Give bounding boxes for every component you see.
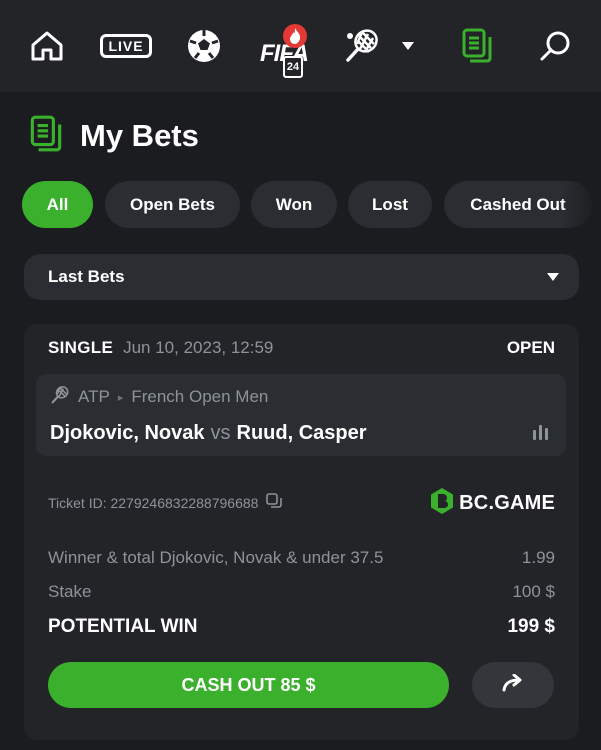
- selection-odds: 1.99: [521, 548, 555, 567]
- bets-document-icon: [28, 114, 64, 159]
- dropdown-selected: Last Bets: [48, 267, 125, 286]
- bet-card-header: SINGLE Jun 10, 2023, 12:59 OPEN: [48, 336, 555, 360]
- tab-all[interactable]: All: [22, 181, 93, 228]
- event-tournament: French Open Men: [131, 387, 269, 406]
- page-title: My Bets: [80, 118, 199, 153]
- top-navigation: LIVE FIFA 24: [0, 0, 601, 92]
- bc-game-logo-icon: [431, 487, 454, 519]
- bet-date: Jun 10, 2023, 12:59: [123, 338, 274, 357]
- period-dropdown[interactable]: Last Bets: [24, 254, 579, 300]
- ticket-id: Ticket ID: 2279246832288796688: [48, 495, 259, 511]
- stake-label: Stake: [48, 582, 92, 601]
- share-arrow-icon: [501, 673, 525, 697]
- ticket-row: Ticket ID: 2279246832288796688 BC.GAME: [48, 487, 555, 519]
- potential-win-value: 199 $: [507, 616, 555, 637]
- soccer-ball-icon[interactable]: [182, 0, 226, 92]
- share-button[interactable]: [472, 662, 554, 708]
- live-icon[interactable]: LIVE: [100, 0, 152, 92]
- away-player: Ruud, Casper: [236, 421, 367, 444]
- chevron-down-icon[interactable]: [398, 0, 418, 92]
- tennis-small-icon: [50, 385, 70, 410]
- brand-logo: BC.GAME: [431, 487, 555, 519]
- tab-open-bets[interactable]: Open Bets: [105, 181, 240, 228]
- event-teams: Djokovic, Novak vs Ruud, Casper: [50, 419, 367, 447]
- live-label: LIVE: [100, 34, 152, 58]
- bet-type: SINGLE: [48, 338, 114, 357]
- copy-icon[interactable]: [266, 492, 283, 514]
- my-bets-icon[interactable]: [456, 0, 498, 92]
- cash-out-button[interactable]: CASH OUT 85 $: [48, 662, 449, 708]
- selection-label: Winner & total Djokovic, Novak & under 3…: [48, 548, 384, 567]
- search-icon[interactable]: [534, 0, 576, 92]
- fifa-24-badge: 24: [283, 56, 303, 78]
- tab-lost[interactable]: Lost: [348, 181, 432, 228]
- bet-filter-tabs: All Open Bets Won Lost Cashed Out: [22, 181, 601, 229]
- stake-value: 100 $: [512, 582, 555, 601]
- event-box[interactable]: ATP ▸ French Open Men Djokovic, Novak vs…: [36, 374, 566, 456]
- bet-card: SINGLE Jun 10, 2023, 12:59 OPEN ATP ▸ Fr…: [24, 324, 579, 740]
- fifa-icon[interactable]: FIFA 24: [256, 0, 312, 92]
- tab-won[interactable]: Won: [251, 181, 337, 228]
- potential-win-label: POTENTIAL WIN: [48, 616, 198, 637]
- bet-status: OPEN: [506, 338, 555, 357]
- brand-name: BC.GAME: [459, 491, 555, 514]
- caret-down-icon: [547, 268, 559, 286]
- home-player: Djokovic, Novak: [50, 421, 205, 444]
- vs-label: vs: [210, 421, 231, 444]
- breadcrumb-separator-icon: ▸: [117, 391, 124, 404]
- tennis-icon[interactable]: [340, 0, 384, 92]
- stake-row: Stake 100 $: [48, 580, 555, 604]
- home-icon[interactable]: [24, 0, 70, 92]
- stats-icon[interactable]: [532, 424, 550, 445]
- event-sport: ATP: [78, 387, 110, 406]
- page-header: My Bets: [28, 112, 199, 160]
- potential-win-row: POTENTIAL WIN 199 $: [48, 614, 555, 640]
- tabs-fade: [561, 181, 601, 229]
- selection-row: Winner & total Djokovic, Novak & under 3…: [48, 546, 555, 570]
- event-league: ATP ▸ French Open Men: [50, 385, 269, 410]
- fire-icon: [283, 24, 307, 48]
